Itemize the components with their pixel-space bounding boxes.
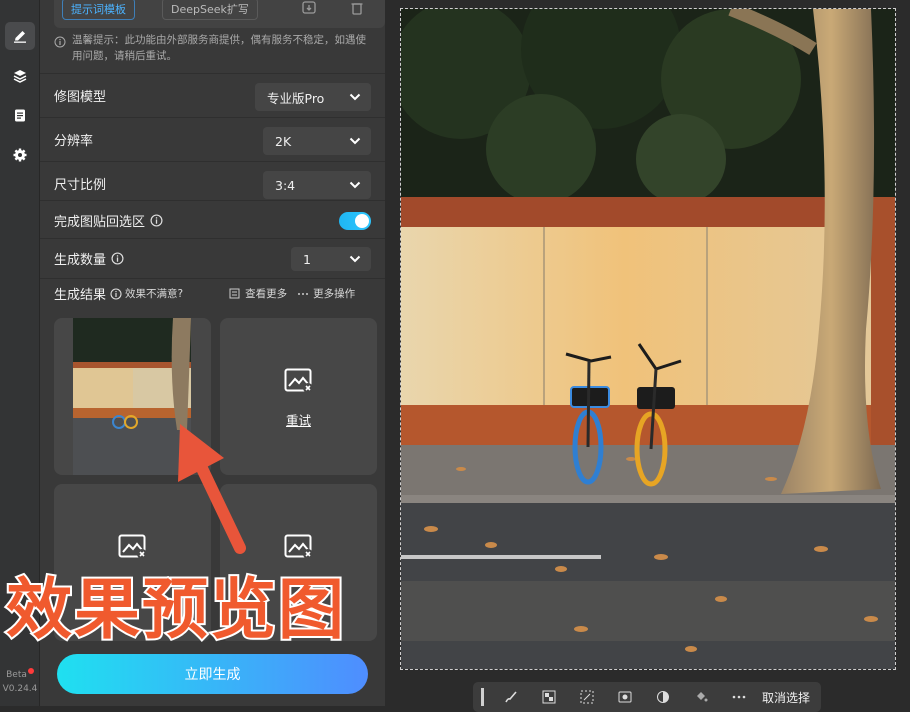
fill-tool-button[interactable] [682,685,720,709]
chevron-down-icon [349,181,361,189]
info-circle-icon[interactable] [111,252,124,265]
contrast-tool-button[interactable] [644,685,682,709]
chevron-down-icon [349,93,361,101]
more-dots-icon [732,695,746,699]
mosaic-tool-button[interactable] [530,685,568,709]
paint-bucket-icon [697,692,708,702]
history-button[interactable] [5,101,35,129]
count-label: 生成数量 [54,253,107,268]
trash-icon[interactable] [350,0,364,16]
brush-tool-button[interactable] [492,685,530,709]
deepseek-expand-button[interactable]: DeepSeek扩写 [162,0,258,20]
resolution-select[interactable]: 2K [263,127,371,155]
contrast-icon [657,691,669,703]
count-select[interactable]: 1 [291,247,371,271]
view-more-link[interactable]: 查看更多 [245,286,287,301]
notification-dot [27,668,34,674]
canvas-toolbar: 取消选择 [473,682,821,712]
annotation-arrow [178,424,246,554]
results-title: 生成结果 [54,288,107,303]
info-circle-icon [110,287,122,300]
aspect-ratio-label: 尺寸比例 [54,178,107,193]
version-info: Beta V0.24.4 [0,668,40,696]
info-circle-icon[interactable] [150,214,163,227]
more-dots-icon [298,292,309,295]
model-row: 修图模型 专业版Pro [40,73,385,117]
rect-select-icon [618,691,632,703]
chevron-down-icon [349,255,361,263]
pen-edit-icon [14,31,26,43]
paste-back-row: 完成图贴回选区 [40,200,385,240]
version-label: V0.24.4 [2,684,38,694]
paste-back-label: 完成图贴回选区 [54,215,146,230]
tip-text: 温馨提示：此功能由外部服务商提供，偶有服务不稳定，如遇使用问题，请稍后重试。 [72,34,366,62]
model-value: 专业版Pro [267,90,325,106]
more-actions-link[interactable]: 更多操作 [313,286,355,301]
results-header: 生成结果 效果不满意? 查看更多 更多操作 [40,278,385,308]
top-button-group: 提示词模板 DeepSeek扩写 [54,0,385,28]
view-more-icon [229,288,240,299]
cancel-selection-button[interactable]: 取消选择 [762,689,810,706]
layers-icon [13,70,27,83]
prompt-template-button[interactable]: 提示词模板 [62,0,135,20]
resolution-row: 分辨率 2K [40,117,385,161]
toolbar-divider [481,688,484,706]
aspect-ratio-row: 尺寸比例 3:4 [40,161,385,205]
resolution-value: 2K [275,133,292,149]
settings-button[interactable] [5,141,35,169]
generate-button[interactable]: 立即生成 [57,654,368,694]
service-tip: 温馨提示：此功能由外部服务商提供，偶有服务不稳定，如遇使用问题，请稍后重试。 [54,32,374,64]
aspect-ratio-value: 3:4 [275,177,296,193]
selection-icon [580,690,594,704]
model-select[interactable]: 专业版Pro [255,83,371,111]
image-error-icon [284,368,313,393]
prompt-template-label: 提示词模板 [71,3,126,16]
paste-back-toggle[interactable] [339,212,371,230]
chevron-down-icon [349,137,361,145]
overlay-caption: 效果预览图 [4,569,346,650]
clipboard-icon [15,109,25,122]
resolution-label: 分辨率 [54,134,94,149]
layers-button[interactable] [5,62,35,90]
edit-tool-button[interactable] [5,22,35,50]
select-tool-button[interactable] [568,685,606,709]
info-circle-icon [54,36,66,48]
gear-icon [13,148,27,162]
model-label: 修图模型 [54,90,107,105]
brush-icon [505,691,517,703]
unsatisfied-link[interactable]: 效果不满意? [125,286,183,301]
rect-tool-button[interactable] [606,685,644,709]
street-photo [401,9,895,669]
count-value: 1 [303,251,311,267]
toggle-knob [355,214,369,228]
deepseek-label: DeepSeek扩写 [171,3,249,16]
canvas-photo[interactable] [400,8,896,670]
import-icon[interactable] [301,0,319,16]
count-row: 生成数量 1 [40,238,385,278]
mosaic-icon [542,690,556,704]
more-tools-button[interactable] [720,685,758,709]
aspect-ratio-select[interactable]: 3:4 [263,171,371,199]
beta-label: Beta [6,670,27,680]
